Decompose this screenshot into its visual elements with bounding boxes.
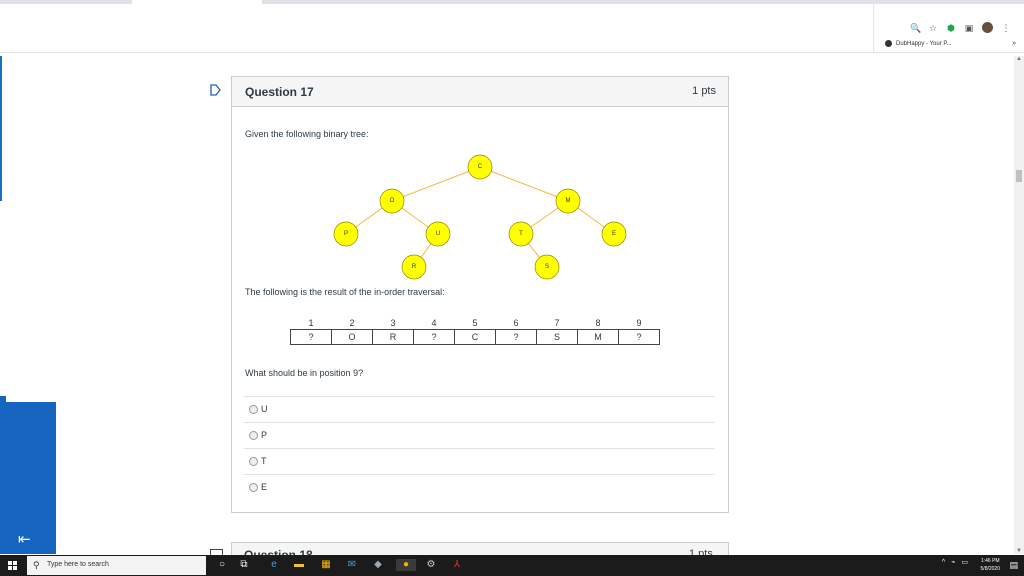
profile-avatar[interactable] (982, 22, 993, 33)
taskbar-search[interactable]: ⚲ Type here to search (27, 556, 206, 575)
answer-option-u[interactable]: U (244, 396, 715, 422)
acrobat-icon[interactable]: ⅄ (451, 559, 463, 571)
answer-option-e[interactable]: E (244, 474, 715, 500)
page-scrollbar[interactable]: ▲ ▼ (1014, 56, 1024, 554)
next-question-points: 1 pts (689, 548, 713, 555)
tree-node-label-p: P (344, 231, 348, 237)
traversal-position-6: 6 (513, 318, 519, 328)
edge-icon[interactable]: e (268, 559, 280, 571)
extension-icon[interactable]: ▣ (964, 23, 974, 33)
clock-time: 1:46 PM (980, 558, 1000, 564)
traversal-value-9: ? (618, 329, 660, 345)
search-placeholder: Type here to search (47, 561, 109, 568)
scroll-down-icon[interactable]: ▼ (1016, 548, 1022, 554)
tree-node-label-s: S (545, 264, 549, 270)
shield-extension-icon[interactable]: ⬢ (946, 23, 956, 33)
steam-icon[interactable]: ⚙ (425, 559, 437, 571)
answer-option-p[interactable]: P (244, 422, 715, 448)
scroll-up-icon[interactable]: ▲ (1016, 56, 1022, 62)
flag-question-icon[interactable] (210, 84, 221, 96)
traversal-text: The following is the result of the in-or… (245, 287, 445, 297)
scrollbar-thumb[interactable] (1016, 170, 1022, 182)
collapse-nav-icon[interactable]: ⇤ (18, 530, 31, 548)
binary-tree-diagram: C O M P U T E R S (333, 154, 627, 280)
answer-radio[interactable] (249, 483, 258, 492)
answer-radio[interactable] (249, 405, 258, 414)
system-tray: ^ ⌁ ▭ (942, 558, 968, 567)
tree-edge-c-o (391, 166, 481, 202)
question-ask: What should be in position 9? (245, 368, 364, 378)
zoom-icon[interactable]: 🔍 (910, 23, 921, 33)
traversal-value-4: ? (413, 329, 455, 345)
bookmark-item[interactable]: DubHappy - Your P... (885, 40, 952, 47)
network-icon[interactable]: ⌁ (951, 558, 955, 566)
taskbar-clock[interactable]: 1:46 PM 5/8/2020 (981, 557, 1000, 573)
traversal-value-8: M (577, 329, 619, 345)
answer-label: U (261, 404, 268, 414)
clock-date: 5/8/2020 (980, 566, 1000, 572)
tree-node-label-u: U (436, 231, 440, 237)
tree-node-label-m: M (566, 198, 571, 204)
tree-node-label-r: R (412, 264, 417, 270)
traversal-position-8: 8 (595, 318, 601, 328)
traversal-position-9: 9 (636, 318, 642, 328)
notification-icon[interactable]: ▤ (1009, 560, 1018, 571)
tree-node-label-e: E (612, 231, 616, 237)
question-card: Question 17 1 pts Given the following bi… (231, 76, 729, 513)
chrome-icon[interactable]: ● (396, 559, 416, 571)
traversal-position-5: 5 (472, 318, 478, 328)
answer-label: E (261, 482, 268, 492)
traversal-position-3: 3 (390, 318, 396, 328)
mail-icon[interactable]: ✉ (346, 559, 358, 571)
active-tab[interactable] (132, 0, 262, 4)
next-question-title: Question 18 (244, 548, 313, 555)
menu-icon[interactable]: ⋮ (1001, 23, 1011, 33)
answer-radio[interactable] (249, 457, 258, 466)
answer-radio[interactable] (249, 431, 258, 440)
tray-chevron-icon[interactable]: ^ (942, 559, 945, 566)
tree-node-label-o: O (390, 198, 395, 204)
answer-label: T (261, 456, 267, 466)
tree-edge-c-m (479, 166, 569, 202)
answer-list: U P T E (244, 396, 715, 500)
task-view-icon[interactable]: ⧉ (238, 559, 250, 571)
answer-option-t[interactable]: T (244, 448, 715, 474)
search-icon: ⚲ (33, 560, 40, 570)
tree-node-label-c: C (478, 164, 483, 170)
traversal-value-2: O (331, 329, 373, 345)
traversal-table: 123456789 ? O R? C? S M? (290, 317, 660, 345)
app-icon[interactable]: ◆ (372, 559, 384, 571)
volume-icon[interactable]: ▭ (961, 558, 968, 566)
store-icon[interactable]: ▦ (320, 559, 332, 571)
star-icon[interactable]: ☆ (928, 23, 938, 33)
traversal-position-2: 2 (349, 318, 355, 328)
windows-start-icon[interactable] (8, 561, 18, 571)
answer-label: P (261, 430, 268, 440)
traversal-value-1: ? (290, 329, 332, 345)
traversal-position-4: 4 (431, 318, 437, 328)
bookmark-favicon-icon (885, 40, 892, 47)
more-bookmarks-icon[interactable]: » (1012, 40, 1016, 47)
traversal-value-3: R (372, 329, 414, 345)
traversal-position-7: 7 (554, 318, 560, 328)
toolbar-divider (0, 52, 1024, 53)
tree-node-label-t: T (519, 231, 523, 237)
left-nav-edge (0, 56, 2, 201)
bookmark-label: DubHappy - Your P... (896, 40, 952, 47)
cortana-icon[interactable]: ○ (216, 559, 228, 571)
traversal-value-6: ? (495, 329, 537, 345)
traversal-value-5: C (454, 329, 496, 345)
traversal-value-7: S (536, 329, 578, 345)
windows-taskbar: ⚲ Type here to search ○ ⧉ e ▬ ▦ ✉ ◆ ● ⚙ … (0, 555, 1024, 576)
traversal-position-1: 1 (308, 318, 314, 328)
file-explorer-icon[interactable]: ▬ (293, 559, 305, 571)
